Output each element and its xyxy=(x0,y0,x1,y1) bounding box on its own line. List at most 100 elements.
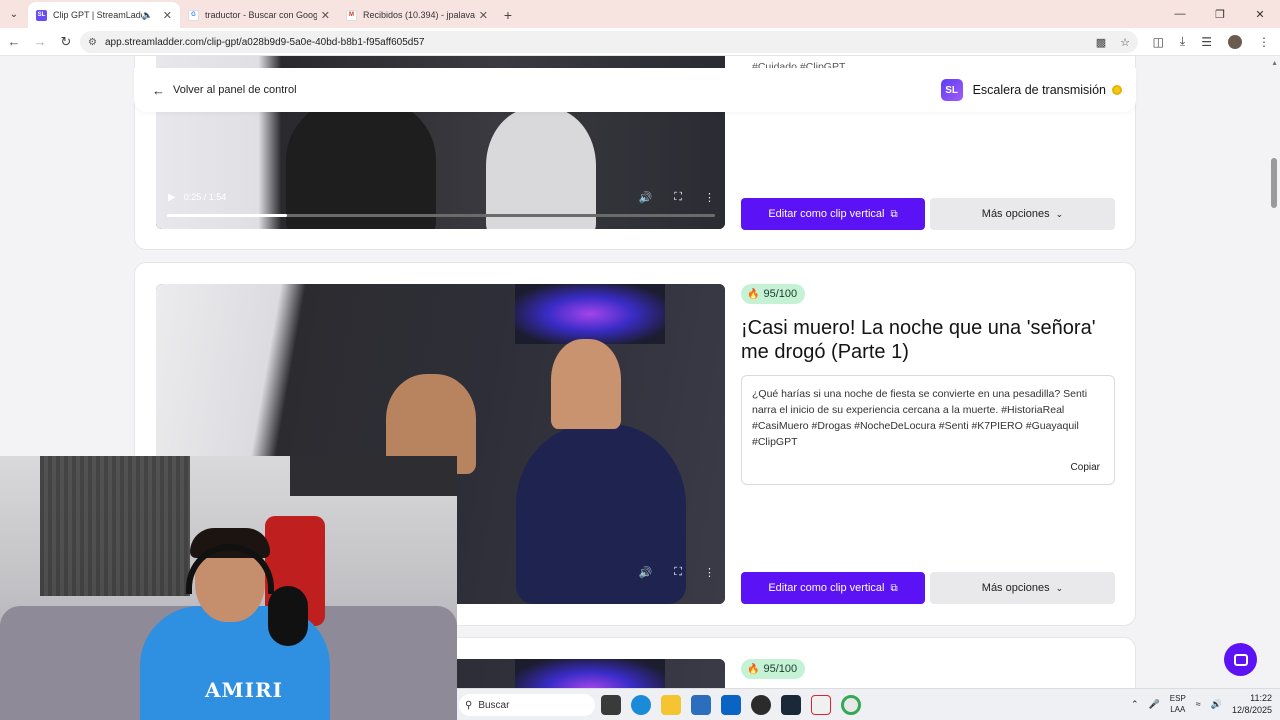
site-info-icon[interactable]: ⚙ xyxy=(88,37,97,48)
clock[interactable]: 11:22 12/8/2025 xyxy=(1232,692,1272,716)
taskbar-apps xyxy=(601,695,861,715)
page-scrollbar[interactable]: ▲ xyxy=(1268,56,1280,688)
close-tab-icon[interactable]: ✕ xyxy=(163,9,172,22)
button-label: Editar como clip vertical xyxy=(768,208,885,220)
extensions-icon[interactable]: ◫ xyxy=(1153,35,1164,49)
search-placeholder: Buscar xyxy=(478,699,510,711)
tab-label: Recibidos (10.394) - jpalava19@ xyxy=(363,10,475,20)
url-text: app.streamladder.com/clip-gpt/a028b9d9-5… xyxy=(104,36,425,48)
video-controls: ▶ 0:25 / 1:54 🔊 ⛶ ⋮ xyxy=(156,177,725,217)
neon-lights xyxy=(515,659,665,688)
button-label: Más opciones xyxy=(981,582,1050,594)
brand-name: Escalera de transmisión xyxy=(972,83,1106,97)
task-view-icon[interactable] xyxy=(601,695,621,715)
volume-icon[interactable]: 🔊 xyxy=(639,566,653,579)
url-input[interactable]: ⚙ app.streamladder.com/clip-gpt/a028b9d9… xyxy=(80,31,1138,53)
back-icon[interactable]: ← xyxy=(2,34,26,49)
language-indicator[interactable]: ESP LAA xyxy=(1170,693,1186,715)
flame-icon: 🔥 xyxy=(747,663,760,675)
lang-bottom: LAA xyxy=(1170,705,1186,714)
browser-tab-strip: ⌄ SL Clip GPT | StreamLadder 🔈 ✕ G tradu… xyxy=(0,0,1280,28)
profile-avatar[interactable] xyxy=(1228,34,1242,49)
scrollbar-thumb[interactable] xyxy=(1271,158,1277,208)
minimize-icon[interactable]: — xyxy=(1160,0,1200,28)
flame-icon: 🔥 xyxy=(747,288,760,300)
brand[interactable]: SL Escalera de transmisión xyxy=(940,79,1122,101)
support-chat-button[interactable] xyxy=(1224,643,1257,676)
back-to-dashboard-link[interactable]: ← Volver al panel de control xyxy=(152,83,297,98)
more-options-button[interactable]: Más opciones ⌄ xyxy=(930,572,1115,604)
video-progress-bar[interactable] xyxy=(166,214,715,217)
volume-icon[interactable]: 🔊 xyxy=(1211,699,1222,710)
chevron-down-icon: ⌄ xyxy=(1055,582,1064,593)
video-time: 0:25 / 1:54 xyxy=(183,192,227,202)
window-controls: — ❐ ✕ xyxy=(1160,0,1280,28)
edge-icon[interactable] xyxy=(631,695,651,715)
progress-fill xyxy=(166,214,287,217)
steam-icon[interactable] xyxy=(781,695,801,715)
webcam-overlay: AMIRI xyxy=(0,456,457,720)
outlook-icon[interactable] xyxy=(721,695,741,715)
tray-chevron-icon[interactable]: ⌃ xyxy=(1131,699,1139,710)
download-icon[interactable]: ⤓ xyxy=(1180,34,1185,49)
copy-button[interactable]: Copiar xyxy=(1071,460,1100,476)
fullscreen-icon[interactable]: ⛶ xyxy=(674,191,682,204)
close-tab-icon[interactable]: ✕ xyxy=(321,9,330,22)
media-controls-icon[interactable]: ☰ xyxy=(1201,35,1212,49)
speaker-icon[interactable]: 🔈 xyxy=(142,10,153,21)
obs-icon[interactable] xyxy=(751,695,771,715)
mic-icon[interactable]: 🎤 xyxy=(1149,699,1160,710)
more-options-button[interactable]: Más opciones ⌄ xyxy=(930,198,1115,230)
edit-vertical-clip-button[interactable]: Editar como clip vertical ⧉ xyxy=(741,198,925,230)
store-icon[interactable] xyxy=(691,695,711,715)
button-label: Editar como clip vertical xyxy=(768,582,885,594)
translate-icon[interactable]: ▩ xyxy=(1096,36,1106,49)
scroll-up-icon[interactable]: ▲ xyxy=(1271,60,1278,67)
new-tab-button[interactable]: + xyxy=(496,2,520,28)
tab-clip-gpt[interactable]: SL Clip GPT | StreamLadder 🔈 ✕ xyxy=(28,2,180,28)
forward-icon[interactable]: → xyxy=(28,34,52,49)
clip-description-box[interactable]: ¿Qué harías si una noche de fiesta se co… xyxy=(741,375,1115,485)
taskbar-search-input[interactable]: ⚲ Buscar xyxy=(459,694,595,716)
windows-taskbar: ⚲ Buscar ⌃ 🎤 ESP LAA ≈ 🔊 11:22 12/8/2025 xyxy=(457,688,1280,720)
tab-search-chevron-icon[interactable]: ⌄ xyxy=(0,0,28,28)
coin-icon xyxy=(1112,85,1122,95)
menu-kebab-icon[interactable]: ⋮ xyxy=(1258,35,1270,49)
tab-label: traductor - Buscar con Google xyxy=(205,10,317,20)
gmail-favicon-icon: M xyxy=(346,9,357,21)
microphone xyxy=(268,586,308,646)
reload-icon[interactable]: ↻ xyxy=(54,34,78,50)
lang-top: ESP xyxy=(1169,694,1186,703)
score-value: 95/100 xyxy=(763,663,798,675)
more-icon[interactable]: ⋮ xyxy=(704,566,715,579)
app-icon[interactable] xyxy=(811,695,831,715)
wifi-icon[interactable]: ≈ xyxy=(1196,699,1201,709)
chrome-icon[interactable] xyxy=(841,695,861,715)
wall-panel xyxy=(40,456,190,596)
chat-bubble-icon xyxy=(1233,653,1248,666)
bookmark-star-icon[interactable]: ☆ xyxy=(1120,36,1130,49)
clip-title: ¡Casi muero! La noche que una 'señora' m… xyxy=(741,317,1096,363)
tab-label: Clip GPT | StreamLadder xyxy=(53,10,142,20)
browser-toolbar: ◫ ⤓ ☰ ⋮ xyxy=(1153,34,1270,49)
close-window-icon[interactable]: ✕ xyxy=(1240,0,1280,28)
search-icon: ⚲ xyxy=(465,699,473,711)
score-value: 95/100 xyxy=(763,288,798,300)
tab-gmail[interactable]: M Recibidos (10.394) - jpalava19@ ✕ xyxy=(338,2,496,28)
edit-vertical-clip-button[interactable]: Editar como clip vertical ⧉ xyxy=(741,572,925,604)
neon-lights xyxy=(515,284,665,344)
streamladder-logo: SL xyxy=(940,79,963,101)
tab-traductor[interactable]: G traductor - Buscar con Google ✕ xyxy=(180,2,338,28)
close-tab-icon[interactable]: ✕ xyxy=(479,9,488,22)
external-link-icon: ⧉ xyxy=(890,582,898,594)
play-icon[interactable]: ▶ xyxy=(168,192,176,203)
file-explorer-icon[interactable] xyxy=(661,695,681,715)
external-link-icon: ⧉ xyxy=(890,208,898,220)
person-silhouette xyxy=(551,339,621,429)
system-tray: ⌃ 🎤 ESP LAA ≈ 🔊 11:22 12/8/2025 xyxy=(1131,692,1272,716)
maximize-icon[interactable]: ❐ xyxy=(1200,0,1240,28)
more-icon[interactable]: ⋮ xyxy=(704,191,715,204)
clip-description: ¿Qué harías si una noche de fiesta se co… xyxy=(752,388,1088,448)
fullscreen-icon[interactable]: ⛶ xyxy=(674,566,682,579)
volume-icon[interactable]: 🔊 xyxy=(639,191,653,204)
